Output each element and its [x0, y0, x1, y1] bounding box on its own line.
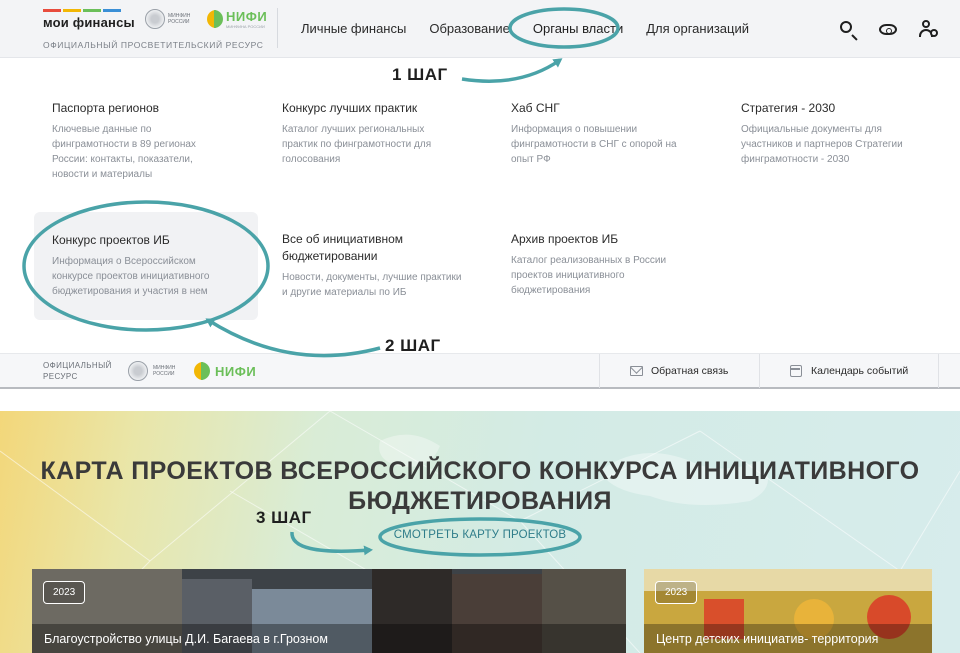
- menu-card-region-passports[interactable]: Паспорта регионов Ключевые данные по фин…: [52, 100, 272, 182]
- site-header: мои финансы ОФИЦИАЛЬНЫЙ ПРОСВЕТИТЕЛЬСКИЙ…: [0, 0, 960, 58]
- menu-card-title: Конкурс проектов ИБ: [52, 233, 170, 247]
- year-badge: 2023: [655, 581, 698, 604]
- eagle-emblem-icon: [145, 9, 165, 29]
- authorities-dropdown: Паспорта регионов Ключевые данные по фин…: [0, 58, 960, 355]
- strip-minfin-text: МИНФИН РОССИИ: [153, 365, 176, 377]
- menu-card-ib-all[interactable]: Все об инициативном бюджетировании Новос…: [282, 231, 461, 300]
- menu-card-desc: Информация о Всероссийском конкурсе прое…: [52, 256, 210, 297]
- nifi-text: НИФИ: [226, 9, 268, 24]
- menu-card-title: Паспорта регионов: [52, 101, 160, 115]
- brand-name: мои финансы: [43, 15, 135, 30]
- nav-organizations[interactable]: Для организаций: [646, 21, 749, 36]
- project-title: Благоустройство улицы Д.И. Багаева в г.Г…: [44, 632, 328, 646]
- official-resource-label: ОФИЦИАЛЬНЫЙ РЕСУРС: [43, 361, 112, 381]
- strip-nifi-text: НИФИ: [215, 363, 257, 379]
- events-calendar-button[interactable]: Календарь событий: [759, 354, 939, 388]
- nav-education[interactable]: Образование: [429, 21, 510, 36]
- menu-card-title: Стратегия - 2030: [741, 101, 836, 115]
- menu-card-strategy-2030[interactable]: Стратегия - 2030 Официальные документы д…: [741, 100, 960, 167]
- project-title: Центр детских инициатив- территория: [656, 632, 879, 646]
- project-card[interactable]: 2023 Благоустройство улицы Д.И. Багаева …: [32, 569, 626, 653]
- step-3-label: 3 ШАГ: [256, 508, 312, 527]
- brand-subtitle: ОФИЦИАЛЬНЫЙ ПРОСВЕТИТЕЛЬСКИЙ РЕСУРС: [43, 40, 264, 50]
- menu-card-desc: Каталог лучших региональных практик по ф…: [282, 124, 432, 165]
- eagle-emblem-icon: [128, 361, 148, 381]
- calendar-label: Календарь событий: [811, 365, 909, 377]
- nifi-sub: МИНФИНА РОССИИ: [226, 24, 265, 29]
- menu-card-title: Архив проектов ИБ: [511, 232, 619, 246]
- header-divider: [277, 8, 278, 48]
- feedback-button[interactable]: Обратная связь: [599, 354, 759, 388]
- nav-authorities[interactable]: Органы власти: [533, 21, 623, 36]
- user-settings-icon[interactable]: [918, 19, 938, 39]
- year-badge: 2023: [43, 581, 86, 604]
- strip-logos: МИНФИН РОССИИ НИФИ: [128, 361, 256, 381]
- nifi-mark-icon: [194, 361, 210, 381]
- menu-card-ib-contest[interactable]: Конкурс проектов ИБ Информация о Всеросс…: [34, 212, 258, 320]
- step-1-label: 1 ШАГ: [392, 65, 448, 84]
- projects-map-promo: КАРТА ПРОЕКТОВ ВСЕРОССИЙСКОГО КОНКУРСА И…: [0, 411, 960, 653]
- menu-card-desc: Новости, документы, лучшие практики и др…: [282, 272, 462, 298]
- brand-stripes: [43, 9, 135, 12]
- nifi-logo[interactable]: НИФИ МИНФИНА РОССИИ: [207, 9, 267, 29]
- menu-card-title: Конкурс лучших практик: [282, 101, 418, 115]
- menu-card-best-practices[interactable]: Конкурс лучших практик Каталог лучших ре…: [282, 100, 502, 167]
- brand-logo[interactable]: мои финансы ОФИЦИАЛЬНЫЙ ПРОСВЕТИТЕЛЬСКИЙ…: [43, 9, 263, 50]
- menu-card-desc: Информация о повышении финграмотности в …: [511, 124, 677, 165]
- main-nav: Личные финансы Образование Органы власти…: [301, 21, 772, 36]
- menu-card-desc: Каталог реализованных в России проектов …: [511, 255, 667, 296]
- view-projects-map-link[interactable]: СМОТРЕТЬ КАРТУ ПРОЕКТОВ: [390, 529, 570, 541]
- minfin-text: МИНФИН РОССИИ: [168, 13, 191, 25]
- minfin-logo[interactable]: МИНФИН РОССИИ: [145, 9, 198, 29]
- nifi-mark-icon: [207, 9, 223, 29]
- mail-icon: [630, 366, 643, 376]
- menu-card-desc: Ключевые данные по финграмотности в 89 р…: [52, 124, 196, 180]
- nav-personal-finance[interactable]: Личные финансы: [301, 21, 406, 36]
- menu-card-desc: Официальные документы для участников и п…: [741, 124, 903, 165]
- menu-card-title: Все об инициативном бюджетировании: [282, 232, 404, 263]
- calendar-icon: [790, 365, 802, 377]
- search-icon[interactable]: [838, 19, 858, 39]
- menu-card-title: Хаб СНГ: [511, 101, 560, 115]
- feedback-label: Обратная связь: [651, 365, 729, 377]
- project-card[interactable]: 2023 Центр детских инициатив- территория: [644, 569, 932, 653]
- menu-card-cis-hub[interactable]: Хаб СНГ Информация о повышении финграмот…: [511, 100, 731, 167]
- menu-card-ib-archive[interactable]: Архив проектов ИБ Каталог реализованных …: [511, 231, 731, 298]
- eye-icon[interactable]: [878, 19, 898, 39]
- map-promo-title: КАРТА ПРОЕКТОВ ВСЕРОССИЙСКОГО КОНКУРСА И…: [40, 457, 920, 515]
- official-resource-strip: ОФИЦИАЛЬНЫЙ РЕСУРС МИНФИН РОССИИ НИФИ Об…: [0, 353, 960, 389]
